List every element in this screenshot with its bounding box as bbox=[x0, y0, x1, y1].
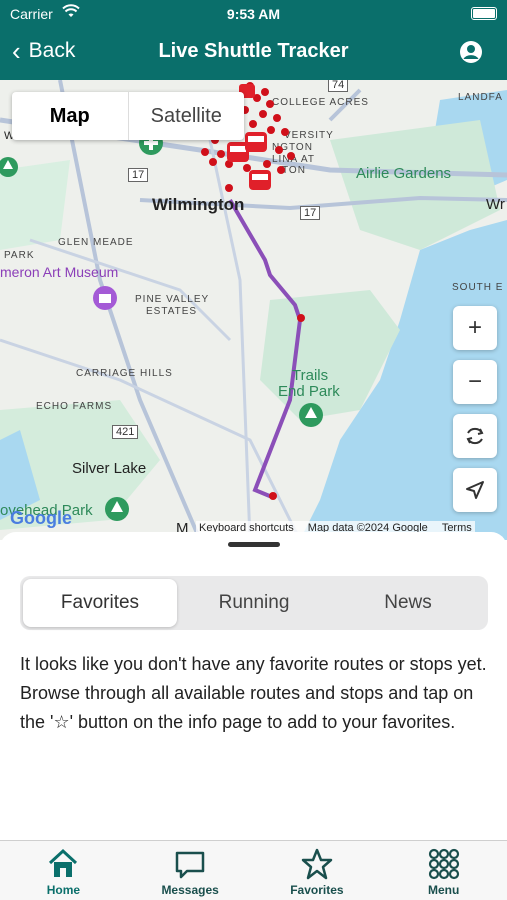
top-bar: Carrier 9:53 AM ‹ Back Live Shuttle Trac… bbox=[0, 0, 507, 80]
empty-favorites-message: It looks like you don't have any favorit… bbox=[20, 654, 487, 732]
star-icon bbox=[301, 848, 333, 880]
map-label-wr: Wr bbox=[486, 196, 505, 213]
map-label-south-end: SOUTH E bbox=[452, 282, 504, 293]
park-pin-icon-2[interactable] bbox=[104, 496, 130, 522]
map-view[interactable]: 74 17 17 421 COLLEGE ACRES LANDFA VERSIT… bbox=[0, 80, 507, 540]
tab-messages-label: Messages bbox=[161, 883, 219, 897]
google-logo: Google bbox=[10, 508, 72, 529]
status-bar: Carrier 9:53 AM bbox=[0, 0, 507, 28]
segment-favorites[interactable]: Favorites bbox=[23, 579, 177, 627]
stop-marker[interactable] bbox=[295, 312, 307, 324]
page-title: Live Shuttle Tracker bbox=[158, 40, 349, 62]
map-label-art-museum: meron Art Museum bbox=[0, 264, 119, 280]
bottom-sheet: Favorites Running News It looks like you… bbox=[0, 532, 507, 840]
map-type-map[interactable]: Map bbox=[12, 92, 128, 140]
map-label-trails: Trails bbox=[292, 367, 329, 384]
my-location-button[interactable] bbox=[453, 468, 497, 512]
tab-menu-label: Menu bbox=[427, 883, 460, 897]
route-shield-74: 74 bbox=[328, 80, 349, 92]
segment-news[interactable]: News bbox=[331, 579, 485, 627]
tab-favorites-label: Favorites bbox=[290, 883, 344, 897]
back-button[interactable]: ‹ Back bbox=[12, 38, 75, 64]
profile-icon[interactable] bbox=[459, 40, 483, 64]
back-label: Back bbox=[28, 39, 76, 62]
map-label-echo-farms: ECHO FARMS bbox=[36, 401, 113, 412]
refresh-button[interactable] bbox=[453, 414, 497, 458]
plus-icon: + bbox=[467, 314, 482, 341]
tab-messages[interactable]: Messages bbox=[127, 841, 254, 900]
map-label-airlie-gardens: Airlie Gardens bbox=[356, 165, 452, 182]
navigation-bar: ‹ Back Live Shuttle Tracker bbox=[0, 30, 507, 76]
route-shield-17: 17 bbox=[128, 168, 149, 182]
minus-icon: − bbox=[467, 368, 482, 395]
map-label-silver-lake: Silver Lake bbox=[72, 460, 147, 477]
tab-menu[interactable]: Menu bbox=[380, 841, 507, 900]
segmented-control: Favorites Running News bbox=[20, 576, 488, 630]
zoom-in-button[interactable]: + bbox=[453, 306, 497, 350]
location-arrow-icon bbox=[466, 481, 484, 499]
clock: 9:53 AM bbox=[226, 6, 281, 22]
battery-icon bbox=[471, 7, 497, 20]
park-pin-icon[interactable] bbox=[298, 402, 324, 428]
google-logo-text: Google bbox=[10, 508, 72, 528]
map-type-satellite[interactable]: Satellite bbox=[129, 92, 245, 140]
tab-bar: Home Messages Favorites Menu bbox=[0, 840, 507, 900]
map-label-carriage-hills: CARRIAGE HILLS bbox=[76, 368, 173, 379]
refresh-icon bbox=[466, 427, 484, 445]
map-label-end-park: End Park bbox=[278, 383, 340, 400]
route-shield-421: 421 bbox=[112, 425, 139, 439]
route-shield-17-east: 17 bbox=[300, 206, 321, 220]
zoom-out-button[interactable]: − bbox=[453, 360, 497, 404]
stop-marker-end[interactable] bbox=[267, 490, 279, 502]
map-label-park: PARK bbox=[4, 250, 35, 261]
park-pin-icon-3[interactable] bbox=[0, 154, 20, 180]
grid-menu-icon bbox=[428, 848, 459, 880]
sheet-drag-handle[interactable] bbox=[228, 542, 280, 547]
map-label-estates: ESTATES bbox=[146, 306, 198, 317]
chevron-left-icon: ‹ bbox=[12, 36, 21, 66]
chat-bubble-icon bbox=[175, 851, 205, 879]
map-type-toggle: Map Satellite bbox=[12, 92, 244, 140]
tab-favorites[interactable]: Favorites bbox=[254, 841, 381, 900]
map-label-pine-valley: PINE VALLEY bbox=[135, 294, 210, 305]
tab-home[interactable]: Home bbox=[0, 841, 127, 900]
tab-home-label: Home bbox=[46, 883, 81, 897]
segment-running[interactable]: Running bbox=[177, 579, 331, 627]
museum-pin-icon[interactable] bbox=[92, 285, 118, 311]
home-icon bbox=[49, 848, 78, 877]
map-label-glen-meade: GLEN MEADE bbox=[58, 237, 134, 248]
map-label-landfall: LANDFA bbox=[458, 92, 503, 103]
